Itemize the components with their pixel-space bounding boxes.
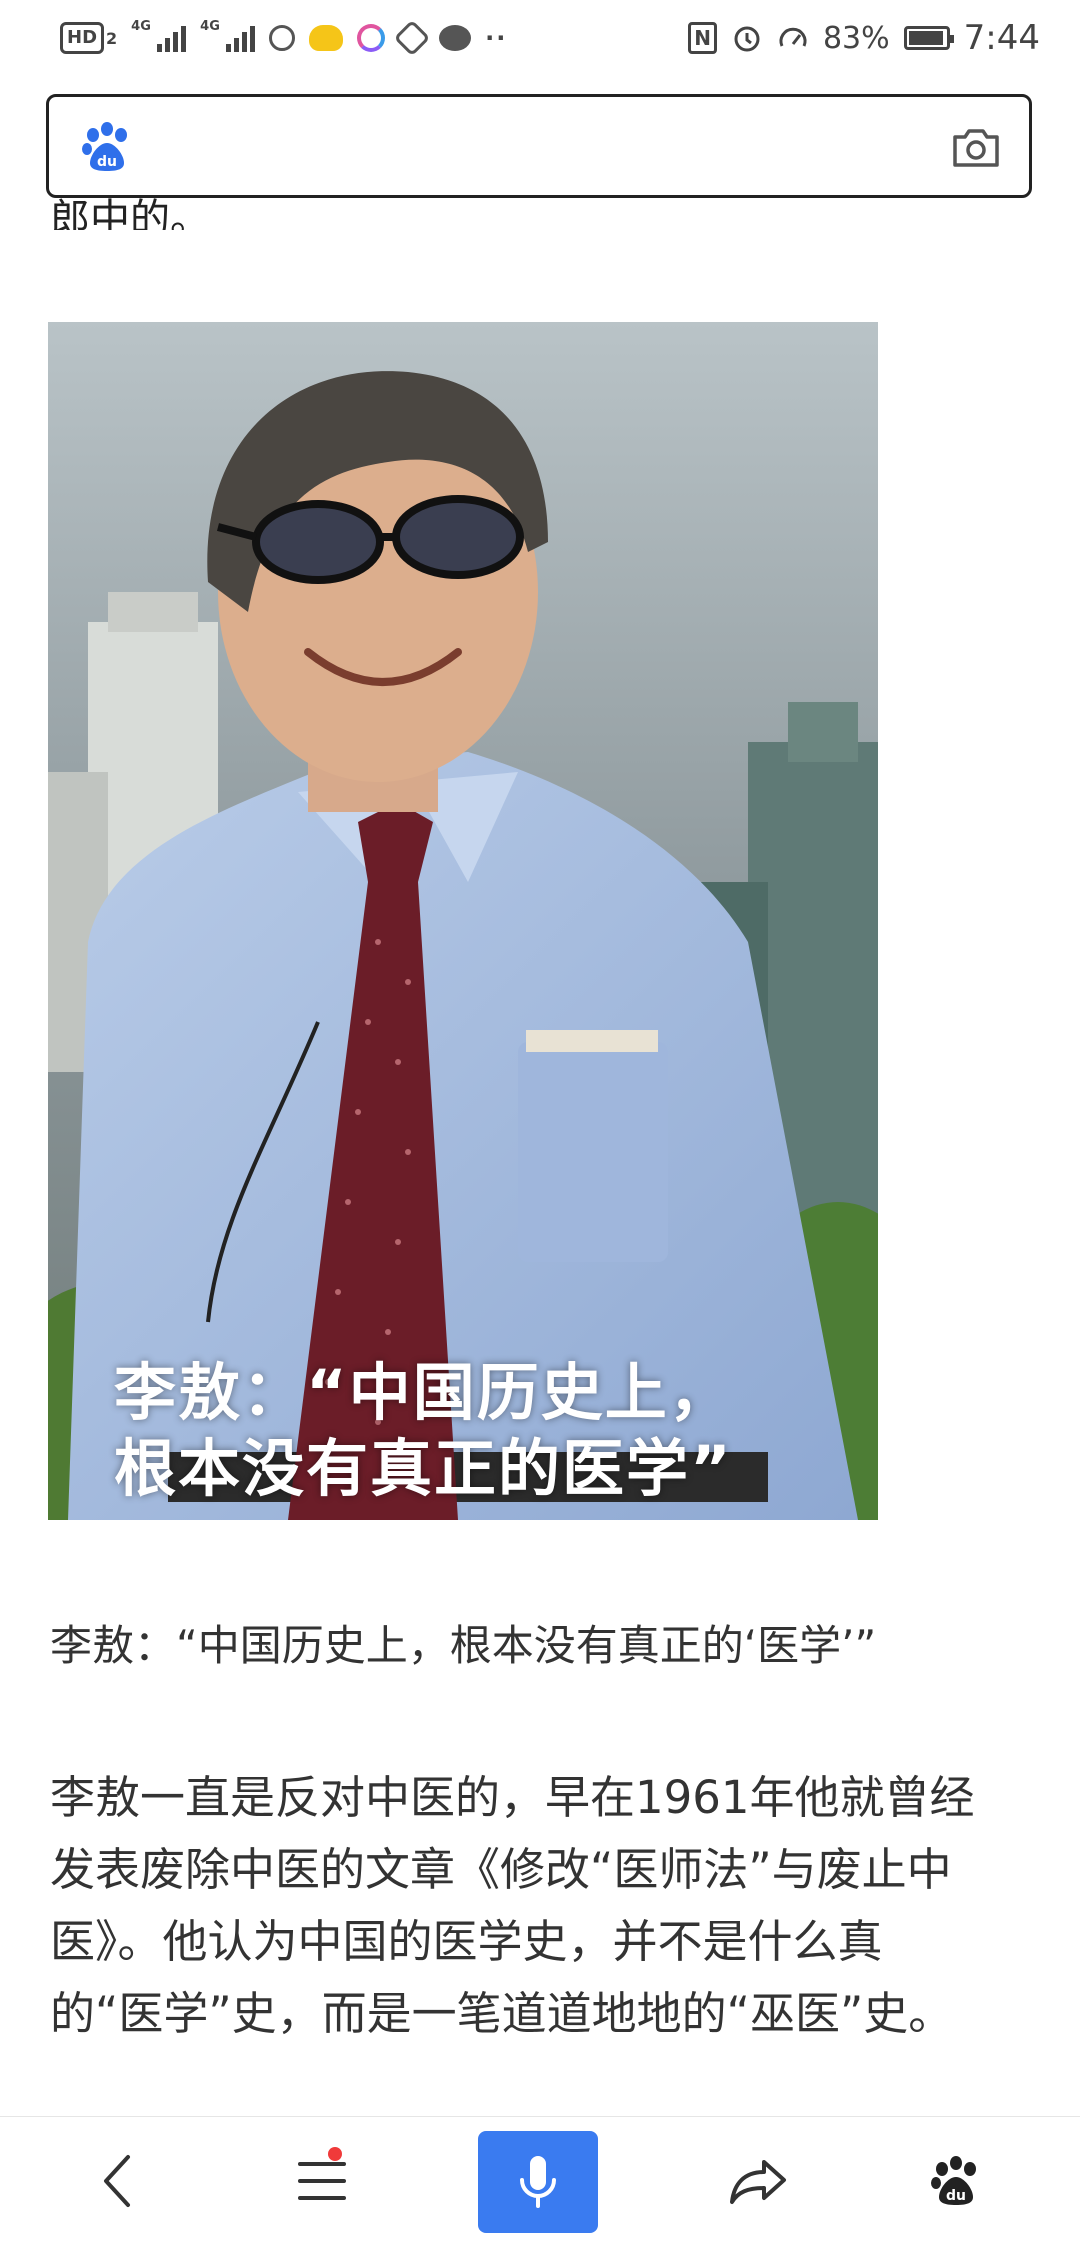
back-icon (104, 2155, 130, 2207)
camera-icon[interactable] (951, 125, 1001, 169)
share-button[interactable] (698, 2117, 818, 2245)
portrait-illustration (48, 322, 878, 1520)
signal-icon-2: 4G (200, 20, 256, 52)
microphone-icon (520, 2156, 556, 2208)
battery-percent: 83% (822, 20, 890, 56)
baidu-paw-icon[interactable]: du (79, 119, 135, 175)
search-notification-icon (269, 25, 296, 51)
notification-dot (328, 2147, 342, 2161)
menu-button[interactable] (262, 2117, 382, 2245)
status-right: N 83% 7:44 (688, 18, 1040, 58)
baidu-icon: du (931, 2156, 976, 2205)
clock: 7:44 (963, 18, 1040, 58)
image-overlay-text-2: 根本没有真正的医学” (114, 1432, 733, 1505)
hd-badge: HD (60, 22, 105, 54)
app-hex-icon (393, 19, 431, 57)
speed-icon (779, 27, 807, 47)
svg-text:du: du (946, 2188, 966, 2204)
paragraph-line: 医》。他认为中国的医学史，并不是什么真 (50, 1915, 883, 1968)
status-left: HD 2 4G 4G ·· (60, 19, 508, 57)
chat-bubble-icon (439, 25, 472, 51)
signal-type-2: 4G (200, 19, 220, 34)
hd-sub: 2 (106, 28, 118, 48)
voice-search-button[interactable] (478, 2131, 598, 2233)
image-caption: 李敖：“中国历史上，根本没有真正的‘医学’” (50, 1621, 877, 1670)
alarm-icon (734, 26, 760, 52)
paragraph-line: 的“医学”史，而是一笔道道地地的“巫医”史。 (50, 1987, 954, 2040)
signal-type: 4G (131, 19, 151, 34)
paragraph-line: 发表废除中医的文章《修改“医师法”与废止中 (50, 1843, 952, 1896)
nfc-icon: N (688, 22, 717, 54)
search-bar[interactable]: du (46, 94, 1032, 198)
article-photo: 李敖：“中国历史上， 根本没有真正的医学” (48, 322, 878, 1520)
app-notification-icon (309, 25, 344, 51)
status-bar: HD 2 4G 4G ·· N 83% 7:44 (0, 0, 1080, 76)
signal-icon: 4G (131, 20, 187, 52)
more-notifications-icon: ·· (485, 24, 508, 52)
share-icon (730, 2160, 786, 2204)
baidu-home-button[interactable]: du (896, 2117, 1016, 2245)
back-button[interactable] (58, 2117, 178, 2245)
paragraph-line: 李敖一直是反对中医的，早在1961年他就曾经 (50, 1771, 975, 1824)
battery-icon (903, 26, 954, 50)
menu-icon (298, 2162, 346, 2200)
app-ring-icon (357, 24, 386, 52)
article-paragraph: 李敖一直是反对中医的，早在1961年他就曾经 发表废除中医的文章《修改“医师法”… (50, 1762, 1040, 2050)
svg-text:du: du (97, 154, 117, 170)
bottom-nav: du (0, 2116, 1080, 2245)
